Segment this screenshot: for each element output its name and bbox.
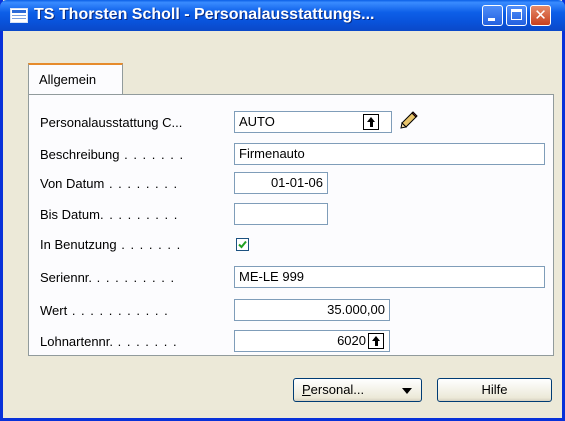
- label-seriennr-leader: . . . . . . . . .: [92, 270, 176, 285]
- personalausstattung-lookup-icon[interactable]: [363, 114, 379, 130]
- label-wert-leader: . . . . . . . . . . .: [67, 303, 169, 318]
- label-seriennr-text: Seriennr.: [40, 270, 93, 285]
- label-wert-text: Wert: [40, 303, 68, 318]
- tab-allgemein-label: Allgemein: [39, 72, 97, 87]
- lohnartennr-value: 6020: [337, 333, 366, 348]
- label-von-datum-text: Von Datum: [40, 176, 105, 191]
- lohnartennr-field[interactable]: 6020: [234, 330, 390, 352]
- personalausstattung-value: AUTO: [239, 114, 275, 129]
- label-in-benutzung-leader: . . . . . . .: [116, 237, 182, 252]
- chevron-down-icon: [402, 388, 412, 394]
- von-datum-value: 01-01-06: [270, 175, 323, 190]
- checkmark-icon: [238, 240, 247, 249]
- label-bis-datum-text: Bis Datum: [40, 207, 100, 222]
- beschreibung-value: Firmenauto: [239, 146, 305, 161]
- window-title: TS Thorsten Scholl - Personalausstattung…: [34, 6, 375, 23]
- label-lohnartennr-text: Lohnartennr.: [40, 334, 114, 349]
- label-beschreibung-leader: . . . . . . .: [119, 147, 185, 162]
- label-bis-datum: Bis Datum. . . . . . . . .: [40, 207, 178, 229]
- label-lohnartennr: Lohnartennr. . . . . . . .: [40, 334, 178, 356]
- title-bar[interactable]: TS Thorsten Scholl - Personalausstattung…: [0, 0, 565, 31]
- label-beschreibung: Beschreibung . . . . . . .: [40, 147, 184, 169]
- wert-field[interactable]: 35.000,00: [234, 299, 390, 321]
- label-in-benutzung-text: In Benutzung: [40, 237, 117, 252]
- label-seriennr: Seriennr. . . . . . . . . .: [40, 270, 175, 292]
- seriennr-value: ME-LE 999: [239, 269, 305, 284]
- hilfe-label: Hilfe: [481, 382, 508, 397]
- wert-value: 35.000,00: [327, 302, 385, 317]
- minimize-button[interactable]: [482, 5, 503, 26]
- personal-menu-button[interactable]: Personal...: [293, 378, 422, 402]
- label-von-datum-leader: . . . . . . . .: [104, 176, 179, 191]
- beschreibung-field[interactable]: Firmenauto: [234, 143, 545, 165]
- label-von-datum: Von Datum . . . . . . . .: [40, 176, 178, 198]
- label-in-benutzung: In Benutzung . . . . . . .: [40, 237, 181, 259]
- tab-allgemein[interactable]: Allgemein: [28, 63, 123, 95]
- personal-menu-label: Personal...: [302, 382, 365, 397]
- lohnartennr-lookup-icon[interactable]: [368, 333, 384, 349]
- label-lohnartennr-leader: . . . . . . .: [113, 334, 178, 349]
- app-icon: [10, 8, 28, 23]
- von-datum-field[interactable]: 01-01-06: [234, 172, 328, 194]
- label-beschreibung-text: Beschreibung: [40, 147, 120, 162]
- minimize-icon: [488, 18, 495, 21]
- hilfe-button[interactable]: Hilfe: [437, 378, 552, 402]
- label-personalausstattung: Personalausstattung C...: [40, 115, 182, 137]
- maximize-button[interactable]: [506, 5, 527, 26]
- pencil-icon[interactable]: [397, 110, 419, 132]
- label-personalausstattung-text: Personalausstattung C...: [40, 115, 183, 130]
- close-icon: ✕: [534, 7, 547, 24]
- close-button[interactable]: ✕: [530, 5, 551, 26]
- bis-datum-field[interactable]: [234, 203, 328, 225]
- seriennr-field[interactable]: ME-LE 999: [234, 266, 545, 288]
- maximize-icon: [511, 9, 522, 20]
- in-benutzung-checkbox[interactable]: [236, 238, 249, 251]
- label-bis-datum-leader: . . . . . . . . .: [99, 207, 179, 222]
- label-wert: Wert . . . . . . . . . . .: [40, 303, 169, 325]
